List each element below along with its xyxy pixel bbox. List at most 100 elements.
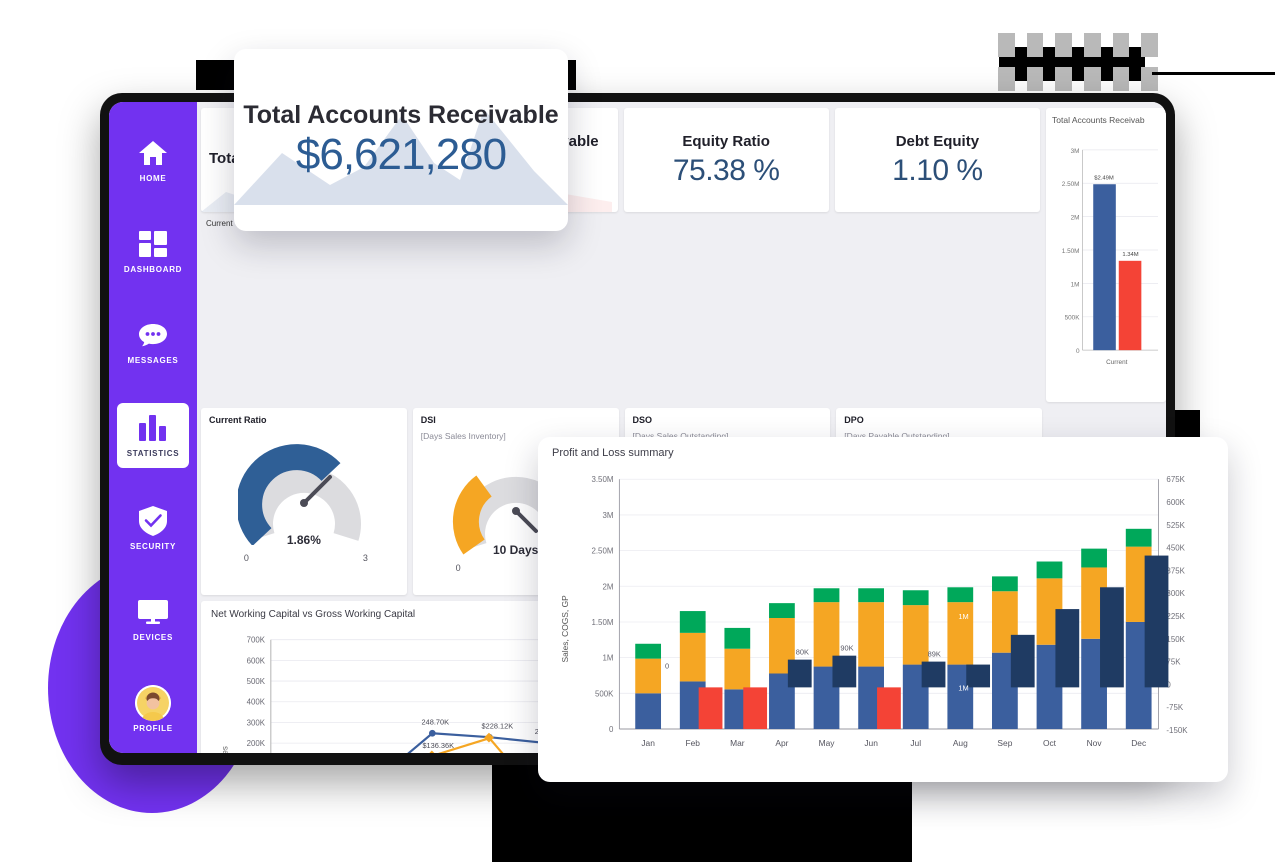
svg-text:2M: 2M: [1071, 215, 1080, 222]
svg-text:80K: 80K: [796, 648, 809, 657]
svg-text:375K: 375K: [1166, 566, 1185, 575]
svg-text:-150K: -150K: [1166, 726, 1188, 735]
svg-text:0: 0: [665, 662, 669, 671]
svg-text:600K: 600K: [247, 656, 266, 665]
gauge-title: DSI: [420, 415, 436, 425]
y-axis-label: Sales, COGS, GP: [560, 595, 570, 663]
messages-icon: [138, 320, 168, 350]
svg-text:Mar: Mar: [730, 738, 745, 748]
overlay-value: $6,621,280: [295, 129, 507, 179]
svg-text:3M: 3M: [602, 511, 613, 520]
svg-text:500K: 500K: [595, 689, 614, 698]
gauge: 1.86% 0 3: [209, 431, 399, 571]
sidebar-item-label: STATISTICS: [126, 449, 180, 458]
avatar: [135, 685, 171, 721]
svg-text:1.34M: 1.34M: [1122, 252, 1138, 258]
svg-text:$228.12K: $228.12K: [482, 721, 514, 730]
svg-text:Aug: Aug: [953, 738, 968, 748]
kpi-card-equity-ratio[interactable]: Equity Ratio 75.38 %: [623, 108, 829, 212]
gauge-min: 0: [243, 553, 249, 563]
statistics-icon: [138, 413, 168, 443]
svg-text:1.50M: 1.50M: [1062, 248, 1080, 255]
chart-title: Profit and Loss summary: [552, 447, 674, 459]
dashboard-icon: [139, 229, 167, 259]
sidebar-item-label: HOME: [139, 174, 167, 183]
svg-text:0: 0: [609, 725, 614, 734]
kpi-value: 1.10 %: [892, 153, 983, 187]
kpi-value: 75.38 %: [672, 153, 780, 187]
overlay-card-profit-and-loss[interactable]: Profit and Loss summary Sales, COGS, GP …: [538, 437, 1228, 782]
svg-text:1M: 1M: [1071, 281, 1080, 288]
svg-text:Current: Current: [1106, 359, 1127, 366]
sidebar-item-label: PROFILE: [133, 724, 173, 733]
sidebar-item-statistics[interactable]: STATISTICS: [117, 403, 189, 468]
sidebar-item-security[interactable]: SECURITY: [109, 498, 197, 559]
chart-card-total-accounts-receivable-bar[interactable]: Total Accounts Receivab 3M 2.50M 2M 1.50M …: [1046, 108, 1166, 402]
sidebar-item-label: DASHBOARD: [123, 265, 183, 274]
svg-text:2M: 2M: [602, 582, 613, 591]
svg-text:Jul: Jul: [910, 738, 921, 748]
avatar-icon: [135, 685, 171, 721]
svg-text:600K: 600K: [1166, 498, 1185, 507]
svg-text:Apr: Apr: [775, 738, 788, 748]
svg-text:Oct: Oct: [1043, 738, 1057, 748]
svg-text:May: May: [819, 738, 836, 748]
kpi-footer: Current: [206, 219, 233, 228]
bar-chart-profit-and-loss: Sales, COGS, GP 3.50M3M 2.50M2M 1.50M1M …: [560, 475, 1188, 748]
svg-text:Values: Values: [221, 746, 230, 753]
svg-text:2.50M: 2.50M: [1062, 181, 1080, 188]
svg-text:1M: 1M: [958, 683, 968, 692]
svg-text:0: 0: [1076, 348, 1080, 355]
app-stage: HOME DASHBOARD MESSAGES STATISTICS SECUR…: [0, 0, 1275, 862]
svg-text:90K: 90K: [840, 644, 853, 653]
gauge-title: Current Ratio: [209, 415, 267, 425]
sidebar-item-label: SECURITY: [129, 542, 177, 551]
svg-text:89K: 89K: [928, 650, 941, 659]
svg-text:2.50M: 2.50M: [591, 547, 613, 556]
gauge-card-current-ratio[interactable]: Current Ratio 1.86% 0 3: [201, 408, 407, 595]
svg-text:$136.36K: $136.36K: [422, 741, 454, 750]
gauge-min: 0: [455, 563, 461, 573]
svg-text:-75K: -75K: [1166, 703, 1183, 712]
gauge-max: 3: [362, 553, 368, 563]
svg-text:Nov: Nov: [1087, 738, 1103, 748]
svg-text:525K: 525K: [1166, 521, 1185, 530]
chart-title: Total Accounts Receivab: [1052, 115, 1145, 125]
sidebar-item-messages[interactable]: MESSAGES: [109, 312, 197, 373]
sidebar-item-label: DEVICES: [132, 633, 174, 642]
svg-text:Feb: Feb: [685, 738, 700, 748]
svg-text:300K: 300K: [1166, 589, 1185, 598]
svg-text:300K: 300K: [247, 718, 266, 727]
sidebar-item-label: MESSAGES: [127, 356, 179, 365]
svg-text:Jan: Jan: [641, 738, 655, 748]
svg-text:675K: 675K: [1166, 475, 1185, 484]
shield-check-icon: [139, 506, 167, 536]
svg-text:400K: 400K: [247, 698, 266, 707]
svg-text:200K: 200K: [247, 739, 266, 748]
svg-text:1.50M: 1.50M: [591, 618, 613, 627]
svg-text:Sep: Sep: [997, 738, 1012, 748]
gauge-title: DPO: [844, 415, 864, 425]
svg-text:500K: 500K: [247, 677, 266, 686]
svg-text:225K: 225K: [1166, 612, 1185, 621]
svg-text:$2.49M: $2.49M: [1094, 175, 1114, 181]
kpi-title: Equity Ratio: [682, 132, 770, 150]
svg-text:500K: 500K: [1065, 315, 1081, 322]
decorative-dot-grid: [998, 33, 1158, 91]
svg-text:75K: 75K: [1166, 658, 1181, 667]
home-icon: [138, 138, 168, 168]
gauge-value: 1.86%: [286, 533, 321, 547]
svg-text:248.70K: 248.70K: [422, 717, 450, 726]
sidebar-item-profile[interactable]: PROFILE: [109, 680, 197, 741]
sidebar-item-devices[interactable]: DEVICES: [109, 589, 197, 650]
sidebar-item-dashboard[interactable]: DASHBOARD: [109, 221, 197, 282]
overlay-card-total-accounts-receivable[interactable]: Total Accounts Receivable $6,621,280: [234, 49, 568, 231]
svg-text:3.50M: 3.50M: [591, 475, 613, 484]
kpi-card-debt-equity[interactable]: Debt Equity 1.10 %: [834, 108, 1040, 212]
decorative-line: [1152, 72, 1275, 75]
kpi-title: Debt Equity: [895, 132, 980, 150]
overlay-title: Total Accounts Receivable: [243, 100, 559, 129]
svg-text:Dec: Dec: [1131, 738, 1146, 748]
svg-text:150K: 150K: [1166, 635, 1185, 644]
sidebar-item-home[interactable]: HOME: [109, 130, 197, 191]
